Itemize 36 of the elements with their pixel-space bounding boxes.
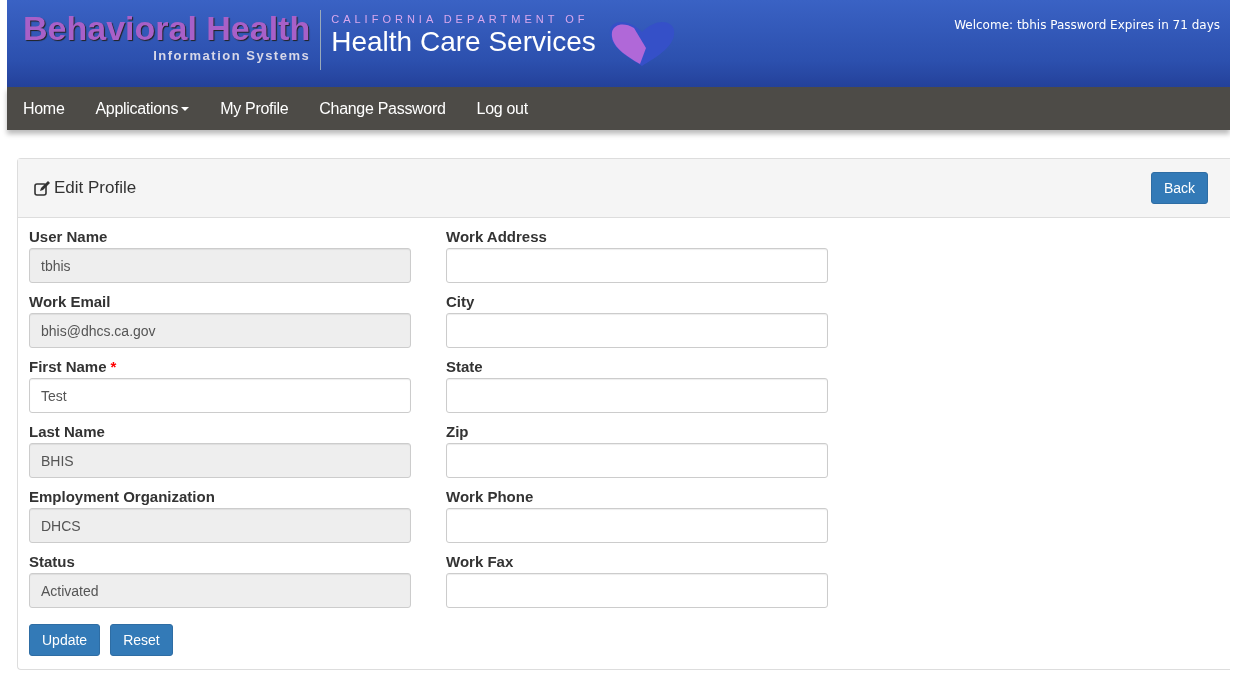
field-label: City xyxy=(446,293,475,310)
form-button[interactable]: Reset xyxy=(110,624,173,656)
input-field[interactable] xyxy=(446,248,828,283)
panel-title: Edit Profile xyxy=(54,178,137,198)
nav-link[interactable]: My Profile xyxy=(205,87,305,130)
edit-icon xyxy=(34,180,50,196)
input-field[interactable] xyxy=(446,573,828,608)
field-label: Work Email xyxy=(29,293,111,310)
field-label: State xyxy=(446,358,483,375)
field-label: Employment Organization xyxy=(29,488,215,505)
nav-link[interactable]: Log out xyxy=(461,87,544,130)
field-label: Last Name xyxy=(29,423,105,440)
back-button[interactable]: Back xyxy=(1150,172,1208,204)
input-field[interactable] xyxy=(446,443,828,478)
caret-icon xyxy=(181,106,190,111)
department-line: CALIFORNIA DEPARTMENT OF xyxy=(331,13,590,25)
input-field[interactable]: Test xyxy=(29,378,411,413)
field-label: Zip xyxy=(446,423,469,440)
field-label: Work Phone xyxy=(446,488,534,505)
field-label: First Name xyxy=(29,358,107,375)
input-field[interactable] xyxy=(446,378,828,413)
logo-subtitle: Information Systems xyxy=(153,48,311,63)
field-label: Work Fax xyxy=(446,553,514,570)
input-field[interactable] xyxy=(446,313,828,348)
nav-link[interactable]: Home xyxy=(8,87,81,130)
field-label: Work Address xyxy=(446,228,547,245)
nav-link[interactable]: Applications xyxy=(80,87,206,130)
department-name: Health Care Services xyxy=(331,25,596,59)
input-field[interactable] xyxy=(446,508,828,543)
required-mark: * xyxy=(110,358,117,375)
form-button[interactable]: Update xyxy=(29,624,101,656)
field-label: Status xyxy=(29,553,75,570)
logo-title: Behavioral Health xyxy=(23,8,311,48)
welcome-text: Welcome: tbhis Password Expires in 71 days xyxy=(954,17,1221,32)
field-label: User Name xyxy=(29,228,108,245)
nav-link[interactable]: Change Password xyxy=(304,87,462,130)
